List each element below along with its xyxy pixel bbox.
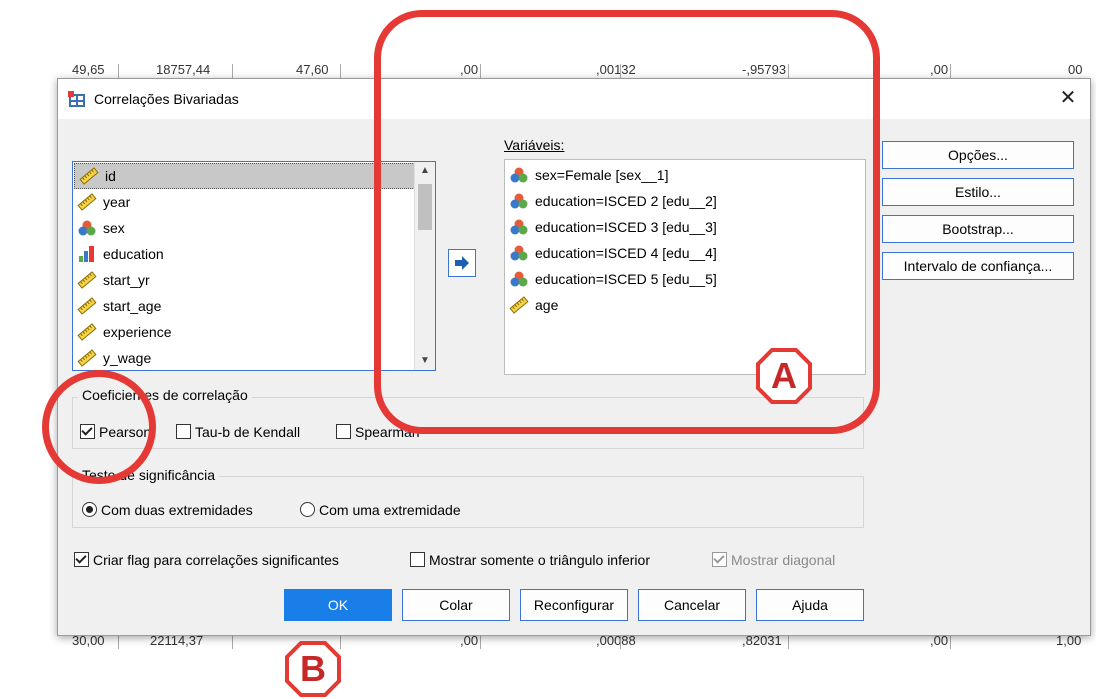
source-item-label: start_age xyxy=(103,298,162,314)
show-diagonal-label: Mostrar diagonal xyxy=(731,552,836,568)
reset-button[interactable]: Reconfigurar xyxy=(520,589,628,621)
source-item-label: start_yr xyxy=(103,272,150,288)
one-tailed-option[interactable]: Com uma extremidade xyxy=(300,502,461,518)
options-button[interactable]: Opções... xyxy=(882,141,1074,169)
show-diagonal-checkbox xyxy=(712,552,727,567)
nominal-icon xyxy=(77,219,97,237)
close-button[interactable]: ✕ xyxy=(1054,85,1082,111)
ordinal-icon xyxy=(77,245,97,263)
dialog-title: Correlações Bivariadas xyxy=(94,91,239,107)
spss-app-icon xyxy=(68,91,85,107)
flag-significant-checkbox[interactable] xyxy=(74,552,89,567)
background-cell: 49,65 xyxy=(72,62,105,77)
two-tailed-option[interactable]: Com duas extremidades xyxy=(82,502,253,518)
scale-ruler-icon xyxy=(77,271,97,289)
source-item-label: id xyxy=(105,168,116,184)
two-tailed-label: Com duas extremidades xyxy=(101,502,253,518)
style-button[interactable]: Estilo... xyxy=(882,178,1074,206)
kendall-label: Tau-b de Kendall xyxy=(195,424,301,440)
source-item-label: education xyxy=(103,246,164,262)
annotation-badge-b: B xyxy=(284,640,342,698)
source-item[interactable]: id xyxy=(74,163,415,189)
options-button-label: Opções... xyxy=(948,147,1008,163)
scale-ruler-icon xyxy=(77,297,97,315)
scale-ruler-icon xyxy=(77,193,97,211)
bootstrap-button[interactable]: Bootstrap... xyxy=(882,215,1074,243)
scale-ruler-icon xyxy=(77,349,97,367)
kendall-checkbox[interactable] xyxy=(176,424,191,439)
help-button[interactable]: Ajuda xyxy=(756,589,864,621)
source-item-label: experience xyxy=(103,324,172,340)
show-diagonal-option: Mostrar diagonal xyxy=(712,552,835,568)
source-item-label: y_wage xyxy=(103,350,152,366)
flag-significant-option[interactable]: Criar flag para correlações significante… xyxy=(74,552,339,568)
cancel-button[interactable]: Cancelar xyxy=(638,589,746,621)
scale-ruler-icon xyxy=(77,323,97,341)
style-button-label: Estilo... xyxy=(955,184,1001,200)
flag-significant-label: Criar flag para correlações significante… xyxy=(93,552,339,568)
spearman-checkbox[interactable] xyxy=(336,424,351,439)
one-tailed-radio[interactable] xyxy=(300,502,315,517)
annotation-badge-a: A xyxy=(755,347,813,405)
scale-ruler-icon xyxy=(79,167,99,185)
confidence-interval-button-label: Intervalo de confiança... xyxy=(903,258,1053,274)
lower-triangle-checkbox[interactable] xyxy=(410,552,425,567)
annotation-b-label: B xyxy=(300,648,326,689)
background-cell: 47,60 xyxy=(296,62,329,77)
paste-button[interactable]: Colar xyxy=(402,589,510,621)
background-cell: 00 xyxy=(1068,62,1083,77)
source-item-label: year xyxy=(103,194,131,210)
lower-triangle-label: Mostrar somente o triângulo inferior xyxy=(429,552,650,568)
lower-triangle-option[interactable]: Mostrar somente o triângulo inferior xyxy=(410,552,650,568)
ok-button[interactable]: OK xyxy=(284,589,392,621)
annotation-a-label: A xyxy=(771,355,797,396)
kendall-option[interactable]: Tau-b de Kendall xyxy=(176,424,300,440)
two-tailed-radio[interactable] xyxy=(82,502,97,517)
confidence-interval-button[interactable]: Intervalo de confiança... xyxy=(882,252,1074,280)
background-cell: ,00 xyxy=(930,62,949,77)
background-cell: 18757,44 xyxy=(156,62,211,77)
bootstrap-button-label: Bootstrap... xyxy=(942,221,1014,237)
annotation-circle-pearson xyxy=(42,370,156,484)
one-tailed-label: Com uma extremidade xyxy=(319,502,461,518)
source-item-label: sex xyxy=(103,220,125,236)
